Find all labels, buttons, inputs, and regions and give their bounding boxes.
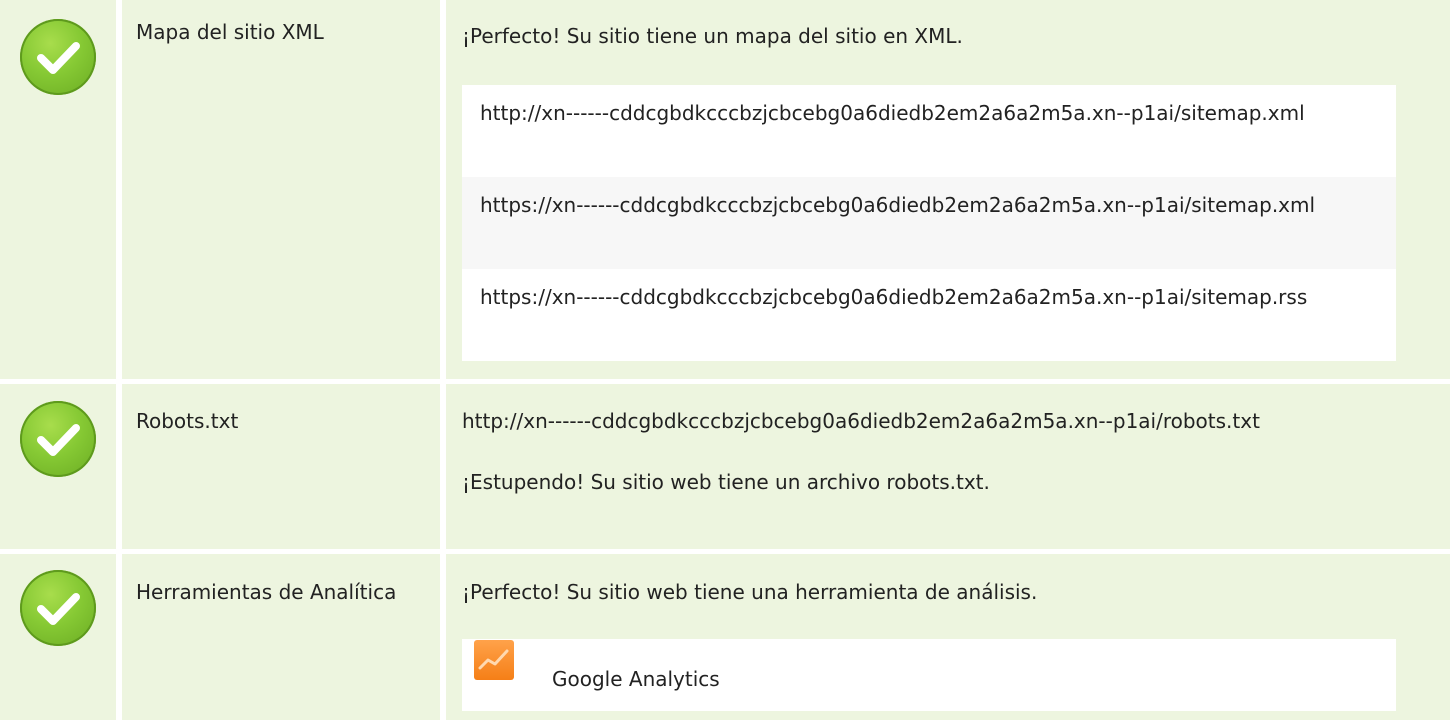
- google-analytics-icon: [474, 640, 514, 680]
- sitemap-row: Mapa del sitio XML ¡Perfecto! Su sitio t…: [0, 0, 1450, 384]
- check-name-cell: Mapa del sitio XML: [122, 0, 440, 379]
- result-message: ¡Perfecto! Su sitio web tiene una herram…: [462, 580, 1038, 604]
- check-name: Robots.txt: [136, 409, 239, 433]
- analytics-tool-name: Google Analytics: [552, 667, 720, 691]
- status-cell: [0, 0, 116, 379]
- analytics-tool-item: Google Analytics: [462, 639, 1396, 711]
- analytics-row: Herramientas de Analítica ¡Perfecto! Su …: [0, 554, 1450, 720]
- sitemap-url: http://xn------cddcgbdkcccbzjcbcebg0a6di…: [462, 85, 1396, 177]
- check-result-cell: ¡Perfecto! Su sitio web tiene una herram…: [446, 554, 1450, 720]
- result-message: ¡Perfecto! Su sitio tiene un mapa del si…: [462, 24, 963, 48]
- sitemap-url: https://xn------cddcgbdkcccbzjcbcebg0a6d…: [462, 177, 1396, 269]
- check-circle-icon: [20, 19, 96, 95]
- check-name-cell: Robots.txt: [122, 384, 440, 549]
- check-circle-icon: [20, 570, 96, 646]
- status-cell: [0, 554, 116, 720]
- sitemap-url-list: http://xn------cddcgbdkcccbzjcbcebg0a6di…: [462, 85, 1396, 361]
- check-name-cell: Herramientas de Analítica: [122, 554, 440, 720]
- sitemap-url: https://xn------cddcgbdkcccbzjcbcebg0a6d…: [462, 269, 1396, 361]
- check-name: Herramientas de Analítica: [136, 580, 397, 604]
- check-name: Mapa del sitio XML: [136, 20, 324, 44]
- robots-url: http://xn------cddcgbdkcccbzjcbcebg0a6di…: [462, 409, 1260, 433]
- status-cell: [0, 384, 116, 549]
- check-circle-icon: [20, 401, 96, 477]
- check-result-cell: ¡Perfecto! Su sitio tiene un mapa del si…: [446, 0, 1450, 379]
- robots-result-message: ¡Estupendo! Su sitio web tiene un archiv…: [462, 470, 990, 494]
